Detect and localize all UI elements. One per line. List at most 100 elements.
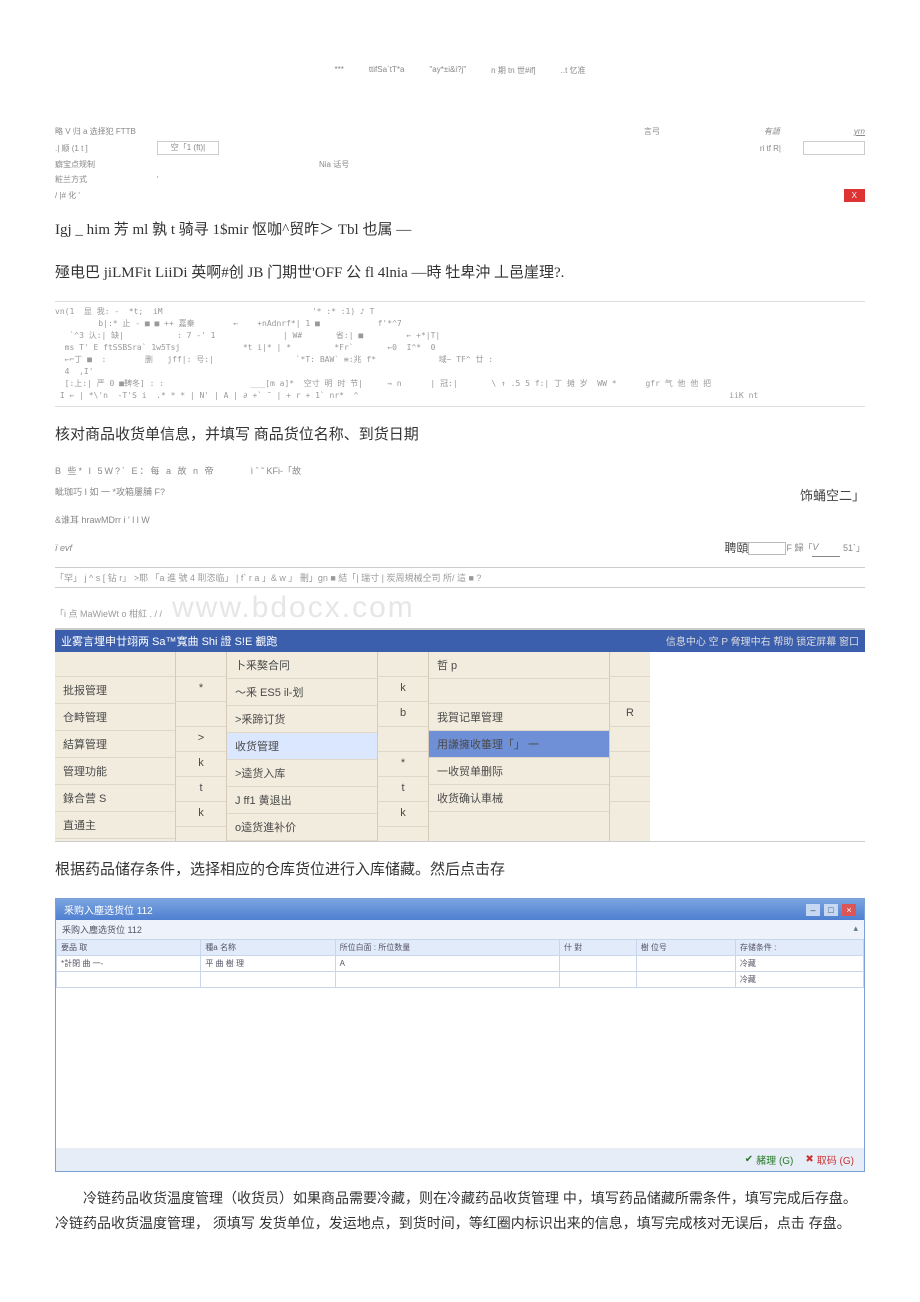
th: 樹 位号 — [636, 940, 735, 956]
submenu-item[interactable]: 〜釆 ES5 il-划 — [227, 679, 377, 706]
menu-header-right: 信息中心 空 P 脅理中右 帮助 锁定屏幕 窗口 — [666, 633, 859, 649]
minimize-icon[interactable]: – — [806, 904, 820, 916]
table-header-row: 要品 取 種a 名称 所位白面 : 所位数量 什 對 樹 位号 存储条件 : — [57, 940, 864, 956]
td: 冷藏 — [735, 956, 863, 972]
f2-l2: 眦珈巧 I 如 一 *攻箱屢脯 F? — [55, 485, 165, 507]
sidebar-item[interactable]: 錄合营 S — [55, 785, 175, 812]
submenu-item[interactable]: >逵货入库 — [227, 760, 377, 787]
main-line-1: Igj _ him 芳 ml 孰 t 骑寻 1$mir 怄咖^贸昨＞ Tbl 也… — [55, 216, 865, 245]
dialog-blank-area — [56, 988, 864, 1148]
maximize-icon[interactable]: □ — [824, 904, 838, 916]
th: 所位白面 : 所位数量 — [335, 940, 559, 956]
subsub-item[interactable]: 一收贸单删际 — [429, 758, 609, 785]
menu-col-e: 哲 p 我賀记單管理 用謙擁收箠理「」 一 一收贸单删际 收货确认車械 — [429, 652, 610, 841]
td — [559, 956, 636, 972]
subsub-item-selected[interactable]: 用謙擁收箠理「」 一 — [429, 731, 609, 758]
f2-l4r-b: F — [786, 541, 792, 556]
garble-block-1: vn(1 显 我: - *t; iM '* :* :1) ♪ T b|:* 止 … — [55, 301, 865, 407]
mark-icon — [610, 652, 650, 677]
f1-r2-box[interactable] — [803, 141, 865, 155]
mark-icon — [610, 677, 650, 702]
dialog-panel: 釆购入塵选货位 112 – □ × 釆购入塵选货位 112 ▴ 要品 取 種a … — [55, 898, 865, 1172]
sidebar-item[interactable]: 仓畤管理 — [55, 704, 175, 731]
td — [335, 972, 559, 988]
f1-r1-d[interactable]: yrn — [854, 127, 865, 136]
f2-l1-a: B 些* I 5W?` E：每 a 故 n 帝 — [55, 466, 216, 476]
paragraph: 冷链药品收货温度管理（收货员）如果商品需要冷藏，则在冷藏药品收货管理 中，填写药… — [55, 1186, 865, 1236]
watermark-row-top: 「罕」 j ^ s [ 钻 r」 >耶 「a 進 號 4 刵恣临」 | f` r… — [55, 567, 865, 588]
dialog-sub-left: 釆购入塵选货位 112 — [62, 923, 142, 936]
menu-col-c: 卜釆獒合冋 〜釆 ES5 il-划 >釆蹄订货 收货管理 >逵货入库 J ff1… — [227, 652, 378, 841]
submenu-item[interactable]: >釆蹄订货 — [227, 706, 377, 733]
ok-button[interactable]: 赭理 (G) — [745, 1152, 794, 1167]
table-row[interactable]: 冷藏 — [57, 972, 864, 988]
submenu-item[interactable]: 卜釆獒合冋 — [227, 652, 377, 679]
sidebar-item[interactable]: 結算管理 — [55, 731, 175, 758]
wm-top-text: 「罕」 j ^ s [ 钻 r」 >耶 「a 進 號 4 刵恣临」 | f` r… — [55, 571, 481, 584]
arrow-icon: * — [176, 677, 226, 702]
subsub-item[interactable] — [429, 679, 609, 704]
tg-d: n 期 tn 世#if] — [491, 65, 535, 76]
f2-l4r-e: 51`」 — [843, 541, 865, 556]
mark-icon — [610, 752, 650, 777]
close-icon[interactable]: X — [844, 189, 865, 202]
f2-l4r-d[interactable]: V — [812, 540, 840, 556]
mark-icon — [610, 727, 650, 752]
th: 要品 取 — [57, 940, 201, 956]
form-block-1: 略 V 归 a 选择犯 FTTB 言弓 有語 yrn .| 顺 (1 t ] 空… — [55, 126, 865, 202]
dialog-titlebar: 釆购入塵选货位 112 – □ × — [56, 899, 864, 920]
f2-l4: ï evf — [55, 541, 72, 556]
td: *計閉 曲 一- — [57, 956, 201, 972]
sidebar-item[interactable]: 批报管理 — [55, 677, 175, 704]
mark-icon: R — [610, 702, 650, 727]
td — [636, 956, 735, 972]
panel-collapse-icon[interactable]: ▴ — [853, 923, 858, 936]
subsub-item[interactable]: 我賀记單管理 — [429, 704, 609, 731]
f1-r2-button[interactable]: 空「1 (ft)| — [157, 141, 219, 155]
f2-l4-box[interactable] — [748, 542, 786, 555]
td — [636, 972, 735, 988]
menu-header: 业雾言埋申廿翊两 Sa™寬曲 Shi 證 S!E 覾跑 信息中心 空 P 脅理中… — [55, 630, 865, 652]
arrow-icon: k — [378, 802, 428, 827]
arrow-icon — [378, 652, 428, 677]
watermark-row-big: 「i 点 MaWieWt o 柑紅 . / / www.bdocx.com — [55, 588, 865, 629]
subsub-item[interactable]: 收货确认車械 — [429, 785, 609, 812]
f1-r4-a: 粧兰方式 — [55, 174, 135, 185]
menu-table: 业雾言埋申廿翊两 Sa™寬曲 Shi 證 S!E 覾跑 信息中心 空 P 脅理中… — [55, 629, 865, 842]
arrow-icon: k — [176, 802, 226, 827]
submenu-item[interactable]: o逵货進补价 — [227, 814, 377, 841]
tg-e: ..t 忆准 — [561, 65, 586, 76]
f1-r1-a: 略 V 归 a 选择犯 FTTB — [55, 126, 136, 137]
arrow-icon: * — [378, 752, 428, 777]
sidebar-item[interactable]: 直通主 — [55, 812, 175, 839]
arrow-icon: k — [176, 752, 226, 777]
submenu-item-selected[interactable]: 收货管理 — [227, 733, 377, 760]
submenu-item[interactable]: J ff1 黄退出 — [227, 787, 377, 814]
dialog-title: 釆购入塵选货位 112 — [64, 902, 153, 917]
sidebar-item[interactable]: 管理功能 — [55, 758, 175, 785]
menu-col-d: k b * t k — [378, 652, 429, 841]
dialog-table: 要品 取 種a 名称 所位白面 : 所位数量 什 對 樹 位号 存储条件 : *… — [56, 939, 864, 988]
tg-c: "ay*±i&i?j" — [429, 65, 466, 76]
arrow-icon: > — [176, 727, 226, 752]
f1-r5-a: / |# 化 ' — [55, 190, 135, 201]
cancel-button[interactable]: 取码 (G) — [805, 1152, 854, 1167]
f1-r1-c: 有語 — [764, 126, 780, 137]
menu-col-f: R — [610, 652, 650, 841]
main-line-4: 根据药品储存条件，选择相应的仓库货位进行入库储藏。然后点击存 — [55, 856, 865, 885]
form-block-2: B 些* I 5W?` E：每 a 故 n 帝 ì ˆ ˜ KFi-「故 眦珈巧… — [55, 464, 865, 559]
f2-l2r: 饰蛹空二」 — [800, 485, 865, 507]
menu-col-b: * > k t k — [176, 652, 227, 841]
f1-r3-a: 癖宝点规制 — [55, 159, 135, 170]
table-row[interactable]: *計閉 曲 一- 平 曲 樹 理 A 冷藏 — [57, 956, 864, 972]
f2-l3: &谁耳 hrawMDrr i ' l l W — [55, 515, 150, 525]
main-line-3: 核对商品收货单信息，并填写 商品货位名称、到货日期 — [55, 421, 865, 450]
mark-icon — [610, 777, 650, 802]
sidebar-item[interactable] — [55, 652, 175, 677]
menu-header-left: 业雾言埋申廿翊两 Sa™寬曲 Shi 證 S!E 覾跑 — [61, 633, 277, 649]
f2-l4r-a: 聘頤 — [724, 538, 748, 558]
subsub-top: 哲 p — [429, 652, 609, 679]
td — [57, 972, 201, 988]
close-icon[interactable]: × — [842, 904, 856, 916]
td: 冷藏 — [735, 972, 863, 988]
